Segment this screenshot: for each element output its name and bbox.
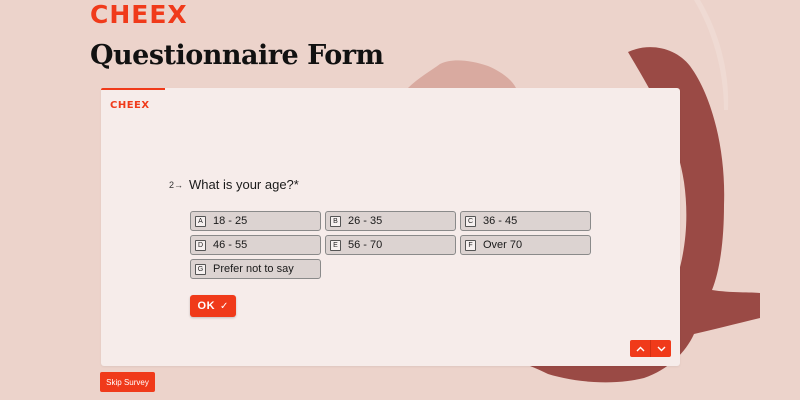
question-number: 2→: [169, 179, 184, 190]
page-title: Questionnaire Form: [90, 40, 384, 71]
option-56-70[interactable]: E 56 - 70: [325, 235, 456, 255]
check-icon: ✓: [220, 300, 229, 312]
chevron-up-icon: [636, 346, 644, 351]
option-key: A: [195, 215, 206, 227]
option-key: F: [465, 239, 476, 251]
option-26-35[interactable]: B 26 - 35: [325, 211, 456, 231]
decorative-hand-shape: [408, 60, 516, 88]
chevron-down-icon: [657, 346, 665, 351]
option-label: Over 70: [483, 239, 523, 251]
option-prefer-not-to-say[interactable]: G Prefer not to say: [190, 259, 321, 279]
option-18-25[interactable]: A 18 - 25: [190, 211, 321, 231]
option-label: 36 - 45: [483, 215, 518, 227]
ok-button[interactable]: OK ✓: [190, 295, 236, 317]
option-key: B: [330, 215, 341, 227]
option-key: D: [195, 239, 206, 251]
answer-options: A 18 - 25 B 26 - 35 C 36 - 45 D 46 - 55 …: [190, 211, 591, 279]
survey-card: CHEEX 2→ What is your age?* A 18 - 25 B …: [101, 88, 680, 366]
question-navigation: [630, 340, 671, 357]
previous-question-button[interactable]: [630, 340, 651, 357]
skip-survey-button[interactable]: Skip Survey: [100, 372, 155, 392]
option-46-55[interactable]: D 46 - 55: [190, 235, 321, 255]
card-logo: CHEEX: [110, 100, 150, 111]
option-over-70[interactable]: F Over 70: [460, 235, 591, 255]
question-header: 2→ What is your age?*: [169, 177, 299, 192]
option-label: 26 - 35: [348, 215, 383, 227]
option-key: C: [465, 215, 476, 227]
question-text: What is your age?*: [189, 177, 299, 192]
option-label: 18 - 25: [213, 215, 248, 227]
option-label: 46 - 55: [213, 239, 248, 251]
option-key: G: [195, 263, 206, 275]
option-36-45[interactable]: C 36 - 45: [460, 211, 591, 231]
option-label: 56 - 70: [348, 239, 383, 251]
option-key: E: [330, 239, 341, 251]
progress-bar: [101, 88, 165, 90]
option-label: Prefer not to say: [213, 263, 294, 275]
next-question-button[interactable]: [651, 340, 671, 357]
brand-logo: CHEEX: [90, 0, 188, 29]
ok-label: OK: [197, 300, 216, 312]
